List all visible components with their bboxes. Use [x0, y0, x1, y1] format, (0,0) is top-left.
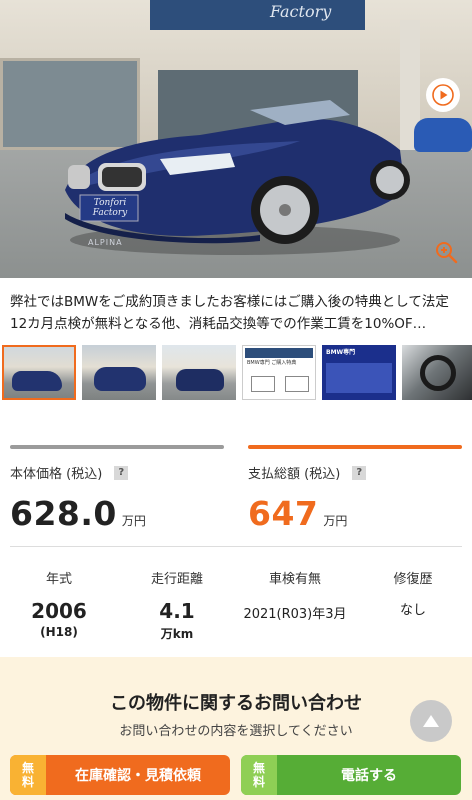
free-badge-line: 料 — [21, 775, 34, 789]
free-badge-line: 料 — [252, 775, 265, 789]
help-icon[interactable]: ? — [352, 465, 367, 480]
thumbnail-strip[interactable]: BMW専門 ご購入特典 BMW専門 — [0, 345, 472, 402]
thumbnail-car-shape — [94, 367, 146, 391]
thumbnail-car-rear[interactable] — [162, 345, 236, 400]
help-icon[interactable]: ? — [114, 465, 129, 480]
free-badge-line: 無 — [21, 761, 34, 775]
price-section: 本体価格 (税込) ? 628.0 万円 支払総額 (税込) ? 647 万円 — [10, 445, 462, 545]
thumbnail-interior[interactable] — [402, 345, 472, 400]
total-price-card: 支払総額 (税込) ? 647 万円 — [248, 445, 462, 545]
thumbnail-flyer-header — [245, 348, 313, 358]
free-badge-line: 無 — [252, 761, 265, 775]
base-price-card: 本体価格 (税込) ? 628.0 万円 — [10, 445, 224, 545]
thumbnail-car-shape — [12, 371, 62, 391]
thumbnail-car-front[interactable] — [2, 345, 76, 400]
spec-year-value: 2006 — [31, 599, 87, 623]
spec-mileage-value: 4.1 — [159, 599, 195, 623]
spec-mileage-unit: 万km — [160, 627, 194, 641]
thumbnail-flyer[interactable]: BMW専門 ご購入特典 — [242, 345, 316, 400]
stock-check-estimate-button[interactable]: 無 料 在庫確認・見積依頼 — [10, 755, 230, 795]
spec-year-label: 年式 — [45, 572, 72, 587]
spec-inspection-label: 車検有無 — [268, 572, 321, 587]
vehicle-description[interactable]: 弊社ではBMWをご成約頂きましたお客様にはご購入後の特典として法定12カ月点検が… — [10, 291, 462, 335]
plate-text: Tonfori Factory — [92, 198, 128, 218]
thumbnail-flyer-text: BMW専門 ご購入特典 — [247, 360, 297, 366]
inquiry-title: この物件に関するお問い合わせ — [110, 693, 362, 714]
spec-inspection: 車検有無 2021(R03)年3月 — [236, 568, 354, 622]
spec-repair-value: なし — [399, 603, 426, 618]
main-car-photo[interactable]: Factory Tonfori Factory ALPINA — [0, 0, 472, 278]
spec-inspection-value: 2021(R03)年3月 — [243, 607, 347, 622]
thumbnail-flyer-panel — [326, 363, 392, 393]
base-price-label: 本体価格 (税込) — [10, 467, 103, 482]
total-price-unit: 万円 — [323, 514, 348, 528]
thumbnail-car-shape — [176, 369, 224, 391]
thumbnail-flyer-graphic — [251, 376, 275, 392]
dealership-sign: Factory — [150, 0, 365, 30]
divider — [10, 546, 462, 547]
free-badge: 無 料 — [10, 755, 46, 795]
spec-repair-history: 修復歴 なし — [354, 568, 472, 618]
total-price-bar — [248, 445, 462, 449]
sign-text: Factory — [270, 2, 332, 21]
scroll-to-top-button[interactable] — [410, 700, 452, 742]
spec-year: 年式 2006 (H18) — [0, 568, 118, 639]
bmw-z4-car — [65, 100, 410, 244]
free-badge: 無 料 — [241, 755, 277, 795]
thumbnail-flyer-text: BMW専門 — [326, 349, 356, 356]
total-price-label: 支払総額 (税込) — [248, 467, 341, 482]
spec-repair-label: 修復歴 — [393, 572, 433, 587]
base-price-label-row: 本体価格 (税込) ? — [10, 463, 224, 482]
spec-year-sub: (H18) — [40, 625, 78, 639]
thumbnail-flyer-bmw[interactable]: BMW専門 — [322, 345, 396, 400]
inquiry-subtitle: お問い合わせの内容を選択してください — [119, 724, 353, 739]
spec-mileage-label: 走行距離 — [150, 572, 203, 587]
spec-mileage: 走行距離 4.1 万km — [118, 568, 236, 642]
thumbnail-flyer-graphic — [285, 376, 309, 392]
background-car — [414, 118, 472, 152]
total-price-label-row: 支払総額 (税込) ? — [248, 463, 462, 482]
base-price-value: 628.0 — [10, 494, 117, 533]
spec-grid: 年式 2006 (H18) 走行距離 4.1 万km 車検有無 2021(R03… — [0, 568, 472, 648]
base-price-value-row: 628.0 万円 — [10, 494, 224, 533]
arrow-up-icon — [423, 715, 439, 727]
grille-badge-text: ALPINA — [88, 238, 123, 247]
stock-check-label: 在庫確認・見積依頼 — [75, 768, 201, 784]
call-button[interactable]: 無 料 電話する — [241, 755, 461, 795]
base-price-bar — [10, 445, 224, 449]
play-video-button[interactable] — [426, 78, 460, 112]
zoom-in-icon[interactable] — [434, 240, 458, 264]
total-price-value: 647 — [248, 494, 319, 533]
total-price-value-row: 647 万円 — [248, 494, 462, 533]
thumbnail-car-front[interactable] — [82, 345, 156, 400]
play-icon — [432, 84, 454, 106]
call-label: 電話する — [341, 768, 397, 784]
base-price-unit: 万円 — [121, 514, 146, 528]
thumbnail-steering-wheel — [420, 355, 456, 391]
